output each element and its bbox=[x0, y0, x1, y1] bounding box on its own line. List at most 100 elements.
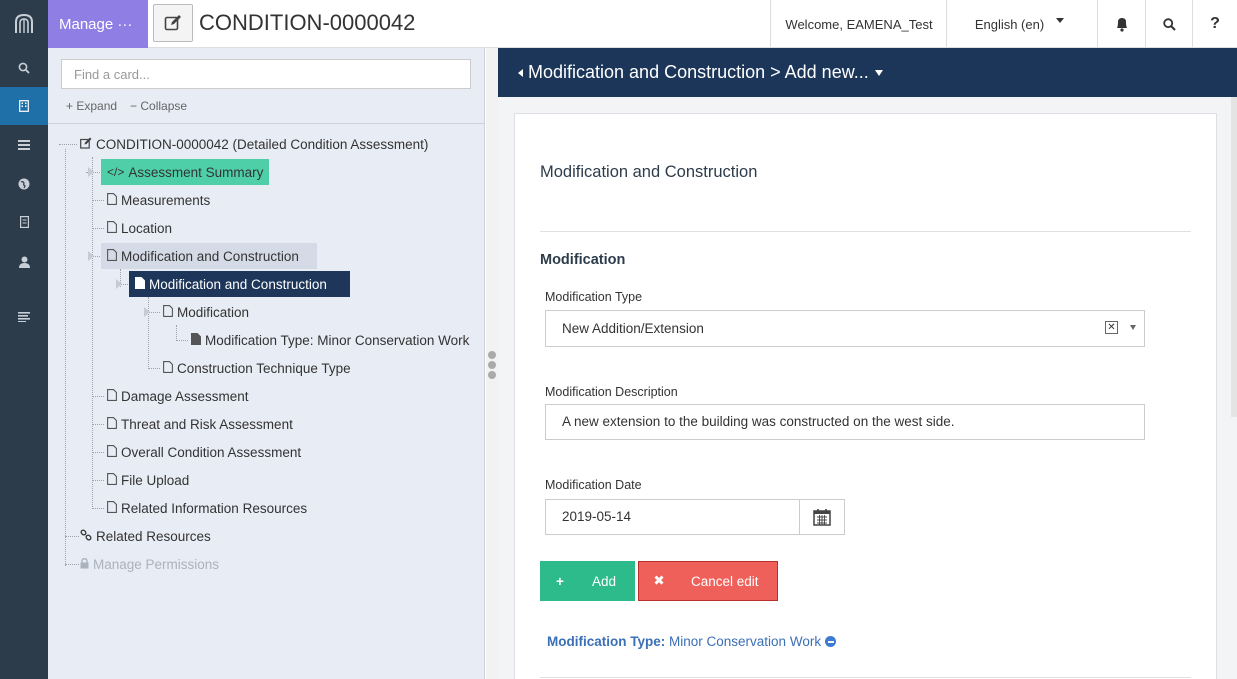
building-icon[interactable] bbox=[0, 87, 48, 125]
tree-line bbox=[65, 149, 66, 566]
scrollbar[interactable] bbox=[1231, 97, 1237, 417]
file-icon bbox=[107, 472, 117, 488]
tree-node-location[interactable]: Location bbox=[101, 215, 178, 241]
tree-node-overall-condition[interactable]: Overall Condition Assessment bbox=[101, 439, 307, 465]
close-icon: ✖ bbox=[653, 573, 665, 588]
add-label: Add bbox=[592, 573, 617, 589]
existing-value[interactable]: Minor Conservation Work bbox=[669, 634, 821, 649]
plus-icon: + bbox=[556, 573, 564, 589]
modification-date-input[interactable]: 2019-05-14 bbox=[545, 499, 845, 535]
tree-node-label: CONDITION-0000042 (Detailed Condition As… bbox=[96, 136, 429, 152]
tree-node-label: File Upload bbox=[121, 472, 190, 488]
calendar-icon bbox=[813, 509, 831, 526]
tree-node-assessment-summary[interactable]: </> Assessment Summary bbox=[101, 159, 270, 185]
calendar-button[interactable] bbox=[799, 500, 844, 534]
file-icon bbox=[135, 276, 145, 292]
file-icon bbox=[107, 192, 117, 208]
tree-node-root[interactable]: CONDITION-0000042 (Detailed Condition As… bbox=[74, 131, 434, 157]
manage-menu-button[interactable]: Manage ··· bbox=[48, 0, 148, 48]
expand-caret-icon[interactable] bbox=[88, 167, 94, 177]
menu-icon[interactable] bbox=[0, 298, 48, 336]
find-card-input[interactable]: Find a card... bbox=[61, 59, 471, 89]
expand-caret-icon[interactable] bbox=[88, 251, 94, 261]
list-icon[interactable] bbox=[0, 126, 48, 164]
welcome-user-menu[interactable]: Welcome, EAMENA_Test bbox=[770, 0, 947, 48]
tree-node-modification-type[interactable]: Modification Type: Minor Conservation Wo… bbox=[185, 327, 475, 353]
clear-selection-icon[interactable]: ✕ bbox=[1105, 321, 1118, 334]
modification-type-select[interactable]: New Addition/Extension ✕ bbox=[545, 310, 1145, 347]
tree-node-manage-permissions: Manage Permissions bbox=[74, 551, 225, 577]
tree-node-label: Threat and Risk Assessment bbox=[121, 416, 293, 432]
tree-node-label: Location bbox=[121, 220, 173, 236]
expand-caret-icon[interactable] bbox=[144, 307, 150, 317]
tree-node-label: Construction Technique Type bbox=[177, 360, 351, 376]
file-icon bbox=[107, 248, 117, 264]
file-filled-icon bbox=[191, 332, 201, 348]
modification-description-input[interactable]: A new extension to the building was cons… bbox=[545, 404, 1145, 440]
tree-node-damage-assessment[interactable]: Damage Assessment bbox=[101, 383, 255, 409]
collapse-button[interactable]: − Collapse bbox=[130, 99, 187, 113]
user-icon[interactable] bbox=[0, 243, 48, 281]
divider bbox=[540, 677, 1191, 678]
edit-resource-button[interactable] bbox=[153, 4, 193, 42]
plus-icon: + bbox=[66, 99, 74, 113]
card-breadcrumb: Modification and Construction > Add new.… bbox=[528, 62, 869, 82]
tree-node-label: Manage Permissions bbox=[93, 556, 220, 572]
card-title: Modification and Construction bbox=[540, 163, 758, 181]
tree-node-label: Modification bbox=[177, 304, 250, 320]
card-header-bar[interactable]: Modification and Construction > Add new.… bbox=[498, 48, 1237, 97]
expand-button[interactable]: + Expand bbox=[66, 99, 117, 113]
chevron-down-icon[interactable] bbox=[874, 69, 883, 76]
tree-node-related-resources[interactable]: Related Resources bbox=[74, 523, 217, 549]
file-icon bbox=[107, 388, 117, 404]
welcome-text: Welcome, EAMENA_Test bbox=[785, 16, 933, 32]
tree-node-label: Overall Condition Assessment bbox=[121, 444, 302, 460]
tree-node-modification-construction[interactable]: Modification and Construction bbox=[101, 243, 317, 269]
search-icon[interactable] bbox=[0, 49, 48, 87]
cancel-edit-button[interactable]: ✖ Cancel edit bbox=[638, 561, 778, 601]
tree-node-modification[interactable]: Modification bbox=[157, 299, 255, 325]
lock-icon bbox=[80, 557, 89, 572]
tree-node-file-upload[interactable]: File Upload bbox=[101, 467, 195, 493]
globe-icon[interactable] bbox=[0, 165, 48, 203]
notifications-button[interactable] bbox=[1097, 0, 1146, 48]
grip-dot-icon bbox=[488, 371, 496, 379]
tree-node-label: Modification and Construction bbox=[121, 248, 299, 264]
tree-line bbox=[176, 325, 177, 341]
card-icon[interactable] bbox=[0, 203, 48, 241]
remove-circle-icon[interactable] bbox=[825, 636, 837, 647]
language-selector[interactable]: English (en) bbox=[946, 0, 1098, 48]
tree-divider bbox=[48, 123, 485, 124]
divider bbox=[540, 231, 1191, 232]
cancel-label: Cancel edit bbox=[691, 573, 759, 589]
tree-node-measurements[interactable]: Measurements bbox=[101, 187, 216, 213]
chevron-down-icon[interactable] bbox=[1130, 325, 1136, 330]
chevron-left-icon[interactable] bbox=[518, 68, 523, 77]
tree-node-label: Modification Type: Minor Conservation Wo… bbox=[205, 332, 470, 348]
file-icon bbox=[163, 360, 173, 376]
help-button[interactable]: ? bbox=[1192, 0, 1237, 48]
search-button[interactable] bbox=[1145, 0, 1193, 48]
edit-icon bbox=[164, 15, 181, 31]
add-button[interactable]: + Add bbox=[540, 561, 635, 601]
collapse-label: Collapse bbox=[140, 99, 188, 113]
modification-type-label: Modification Type bbox=[545, 290, 643, 304]
tree-node-modification-construction-selected[interactable]: Modification and Construction bbox=[129, 271, 350, 297]
top-bar: Manage ··· CONDITION-0000042 Welcome, EA… bbox=[48, 0, 1237, 48]
file-icon bbox=[107, 444, 117, 460]
expand-caret-icon[interactable] bbox=[116, 279, 122, 289]
tree-node-threat-risk[interactable]: Threat and Risk Assessment bbox=[101, 411, 299, 437]
app-logo-icon[interactable] bbox=[0, 0, 48, 48]
panel-resize-handle[interactable] bbox=[486, 48, 498, 679]
grip-dot-icon bbox=[488, 361, 496, 369]
help-icon: ? bbox=[1210, 15, 1220, 32]
tree-node-construction-technique[interactable]: Construction Technique Type bbox=[157, 355, 357, 381]
tree-node-label: Damage Assessment bbox=[121, 388, 249, 404]
existing-modification-type-row: Modification Type: Minor Conservation Wo… bbox=[547, 634, 837, 649]
expand-label: Expand bbox=[76, 99, 118, 113]
tree-node-label: Related Information Resources bbox=[121, 500, 308, 516]
code-icon: </> bbox=[107, 165, 125, 179]
card-tree-panel: Find a card... + Expand − Collapse CONDI… bbox=[48, 48, 485, 679]
tree-node-related-info[interactable]: Related Information Resources bbox=[101, 495, 313, 521]
tree-node-label: Modification and Construction bbox=[149, 276, 327, 292]
